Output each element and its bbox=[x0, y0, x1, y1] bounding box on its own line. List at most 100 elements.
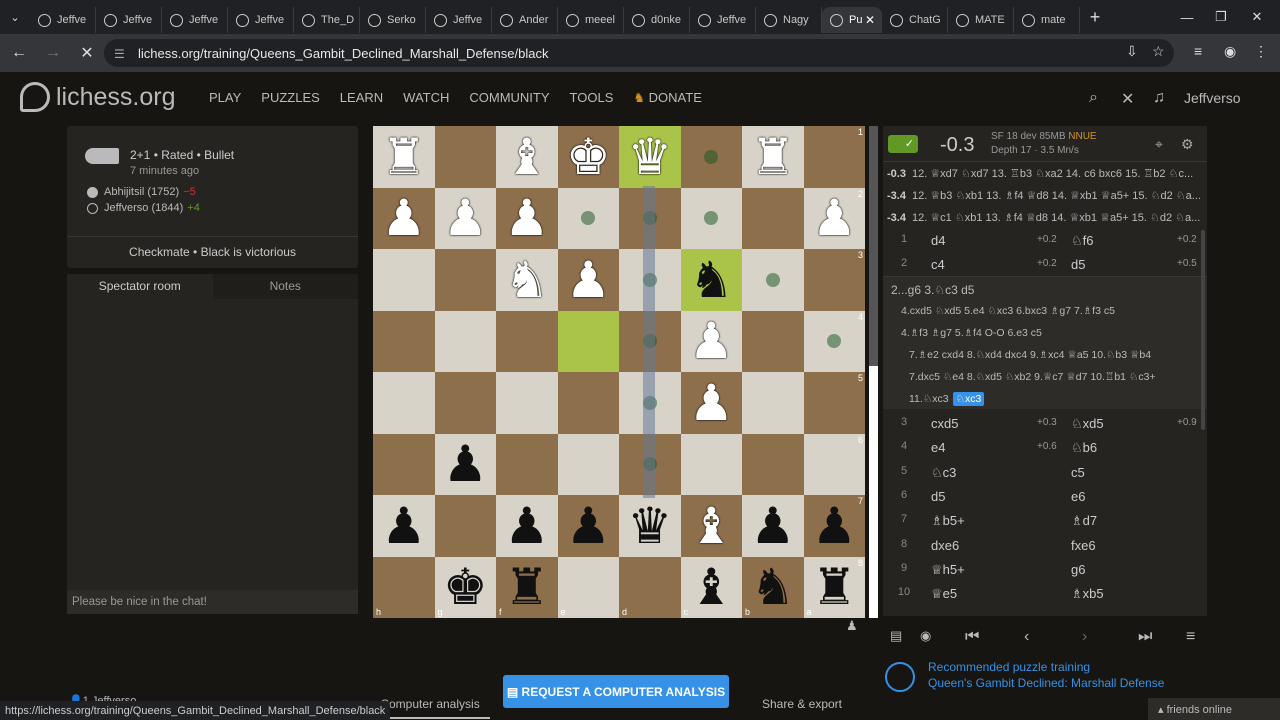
first-move-icon[interactable]: ⏮ bbox=[965, 628, 979, 646]
board-square[interactable]: ♝ c bbox=[680, 556, 742, 618]
book-icon[interactable]: ▤ bbox=[890, 628, 902, 644]
board-square[interactable]: e bbox=[557, 556, 619, 618]
request-analysis-button[interactable]: ▤ REQUEST A COMPUTER ANALYSIS bbox=[503, 675, 729, 708]
variation-line[interactable]: 7.dxc5 ♘e4 8.♘xd5 ♘xb2 9.♕c7 ♕d7 10.♖b1 … bbox=[909, 371, 1156, 383]
black-king-icon[interactable]: ♚ bbox=[443, 562, 488, 612]
board-square[interactable] bbox=[434, 126, 496, 188]
board-square[interactable]: ♟ bbox=[742, 495, 804, 557]
black-move[interactable]: ♘b6 bbox=[1071, 440, 1097, 456]
board-square[interactable] bbox=[434, 495, 496, 557]
black-pawn-icon[interactable]: ♟ bbox=[443, 439, 488, 489]
board-square[interactable]: ♟ bbox=[434, 187, 496, 249]
board-square[interactable]: ♟ bbox=[373, 187, 435, 249]
board-square[interactable]: 1 bbox=[803, 126, 865, 188]
board-square[interactable]: ♜ bbox=[742, 126, 804, 188]
variation-line[interactable]: 11.♘xc3 ♘xc3 bbox=[909, 392, 985, 406]
legal-move-dot[interactable] bbox=[581, 211, 596, 226]
url-bar[interactable]: ☰ lichess.org/training/Queens_Gambit_Dec… bbox=[104, 39, 1174, 67]
variation-line[interactable]: 4.cxd5 ♘xd5 5.e4 ♘xc3 6.bxc3 ♗g7 7.♗f3 c… bbox=[901, 305, 1115, 317]
white-move[interactable]: dxe6 bbox=[931, 538, 959, 553]
board-square[interactable]: d bbox=[619, 556, 681, 618]
tab-spectator-room[interactable]: Spectator room bbox=[67, 274, 213, 299]
black-pawn-icon[interactable]: ♟ bbox=[750, 501, 795, 551]
board-square[interactable] bbox=[680, 126, 742, 188]
browser-tab[interactable]: Jeffve bbox=[96, 7, 162, 33]
board-square[interactable] bbox=[373, 310, 435, 372]
engine-toggle[interactable]: ✓ bbox=[888, 135, 918, 153]
board-square[interactable]: ♟ bbox=[680, 310, 742, 372]
browser-tab[interactable]: d0nke bbox=[624, 7, 690, 33]
black-pawn-icon[interactable]: ♟ bbox=[812, 501, 857, 551]
variation-line[interactable]: 2...g6 3.♘c3 d5 bbox=[891, 283, 974, 297]
site-info-icon[interactable]: ☰ bbox=[114, 47, 128, 61]
board-square[interactable]: ♛ bbox=[619, 126, 681, 188]
forward-icon[interactable]: → bbox=[38, 44, 68, 62]
legal-move-dot[interactable] bbox=[827, 334, 842, 349]
black-knight-icon[interactable]: ♞ bbox=[689, 255, 734, 305]
crosshair-icon[interactable]: ⌖ bbox=[1155, 136, 1163, 153]
tab-share-export[interactable]: Share & export bbox=[742, 697, 862, 711]
board-square[interactable] bbox=[742, 372, 804, 434]
tools-icon[interactable]: ✕ bbox=[1121, 89, 1134, 109]
black-rook-icon[interactable]: ♜ bbox=[812, 562, 857, 612]
nav-watch[interactable]: WATCH bbox=[403, 90, 449, 106]
board-square[interactable] bbox=[742, 187, 804, 249]
white-pawn-icon[interactable]: ♟ bbox=[812, 193, 857, 243]
browser-tab[interactable]: Nagy bbox=[756, 7, 822, 33]
board-square[interactable] bbox=[742, 249, 804, 311]
browser-tab[interactable]: Jeffve bbox=[30, 7, 96, 33]
browser-tab[interactable]: ChatG bbox=[882, 7, 948, 33]
menu-icon[interactable]: ≡ bbox=[1186, 628, 1195, 646]
board-square[interactable] bbox=[373, 372, 435, 434]
white-move[interactable]: ♕h5+ bbox=[931, 562, 965, 578]
player-black[interactable]: Jeffverso (1844) +4 bbox=[87, 202, 200, 214]
board-square[interactable]: ♚ bbox=[557, 126, 619, 188]
white-knight-icon[interactable]: ♞ bbox=[504, 255, 549, 305]
board-square[interactable]: ♚ g bbox=[434, 556, 496, 618]
board-square[interactable] bbox=[496, 372, 558, 434]
chessboard[interactable]: ♜ ♝ ♚ ♛ ♜ 1 ♟ ♟ ♟ ♟ 2 ♞ ♟ ♞ 3 ♟ 4 ♟ 5 ♟ 6 ♟ ♟ ♟ ♛ ♝ ♟ ♟ 7 h ♚ g ♜ f e d ♝ c ♞ b… bbox=[373, 126, 865, 618]
black-knight-icon[interactable]: ♞ bbox=[750, 562, 795, 612]
white-move[interactable]: ♕e5 bbox=[931, 586, 957, 602]
board-square[interactable] bbox=[434, 249, 496, 311]
board-square[interactable]: 5 bbox=[803, 372, 865, 434]
bookmark-star-icon[interactable]: ☆ bbox=[1152, 43, 1165, 60]
browser-tab[interactable]: Jeffve bbox=[162, 7, 228, 33]
white-rook-icon[interactable]: ♜ bbox=[381, 132, 426, 182]
board-square[interactable]: ♜ f bbox=[496, 556, 558, 618]
board-square[interactable] bbox=[557, 372, 619, 434]
browser-tab[interactable]: Jeffve bbox=[426, 7, 492, 33]
white-rook-icon[interactable]: ♜ bbox=[750, 132, 795, 182]
legal-move-dot[interactable] bbox=[704, 149, 719, 164]
black-move[interactable]: ♘f6 bbox=[1071, 233, 1094, 249]
legal-move-dot[interactable] bbox=[765, 272, 780, 287]
board-square[interactable] bbox=[557, 187, 619, 249]
white-move[interactable]: ♘c3 bbox=[931, 465, 956, 481]
board-square[interactable] bbox=[742, 433, 804, 495]
white-move[interactable]: d4 bbox=[931, 233, 945, 248]
black-pawn-icon[interactable]: ♟ bbox=[381, 501, 426, 551]
board-square[interactable]: 4 bbox=[803, 310, 865, 372]
white-move[interactable]: ♗b5+ bbox=[931, 513, 965, 529]
black-move[interactable]: e6 bbox=[1071, 489, 1085, 504]
board-square[interactable] bbox=[742, 310, 804, 372]
board-square[interactable]: ♟ 7 bbox=[803, 495, 865, 557]
legal-move-dot[interactable] bbox=[704, 211, 719, 226]
white-bishop-icon[interactable]: ♝ bbox=[504, 132, 549, 182]
board-square[interactable]: ♜ bbox=[373, 126, 435, 188]
board-square[interactable]: ♝ bbox=[680, 495, 742, 557]
board-square[interactable] bbox=[680, 433, 742, 495]
board-square[interactable] bbox=[557, 310, 619, 372]
variation-line[interactable]: 4.♗f3 ♗g7 5.♗f4 O-O 6.e3 c5 bbox=[901, 327, 1042, 339]
browser-tab[interactable]: Ander bbox=[492, 7, 558, 33]
nav-play[interactable]: PLAY bbox=[209, 90, 241, 106]
board-square[interactable]: ♟ bbox=[496, 495, 558, 557]
board-square[interactable]: ♟ bbox=[373, 495, 435, 557]
last-move-icon[interactable]: ⏭ bbox=[1138, 628, 1152, 646]
white-move[interactable]: e4 bbox=[931, 440, 945, 455]
board-square[interactable]: ♟ bbox=[557, 495, 619, 557]
black-queen-icon[interactable]: ♛ bbox=[627, 501, 672, 551]
black-move[interactable]: c5 bbox=[1071, 465, 1085, 480]
recommended-label[interactable]: Recommended puzzle training bbox=[928, 660, 1090, 674]
nav-puzzles[interactable]: PUZZLES bbox=[261, 90, 320, 106]
